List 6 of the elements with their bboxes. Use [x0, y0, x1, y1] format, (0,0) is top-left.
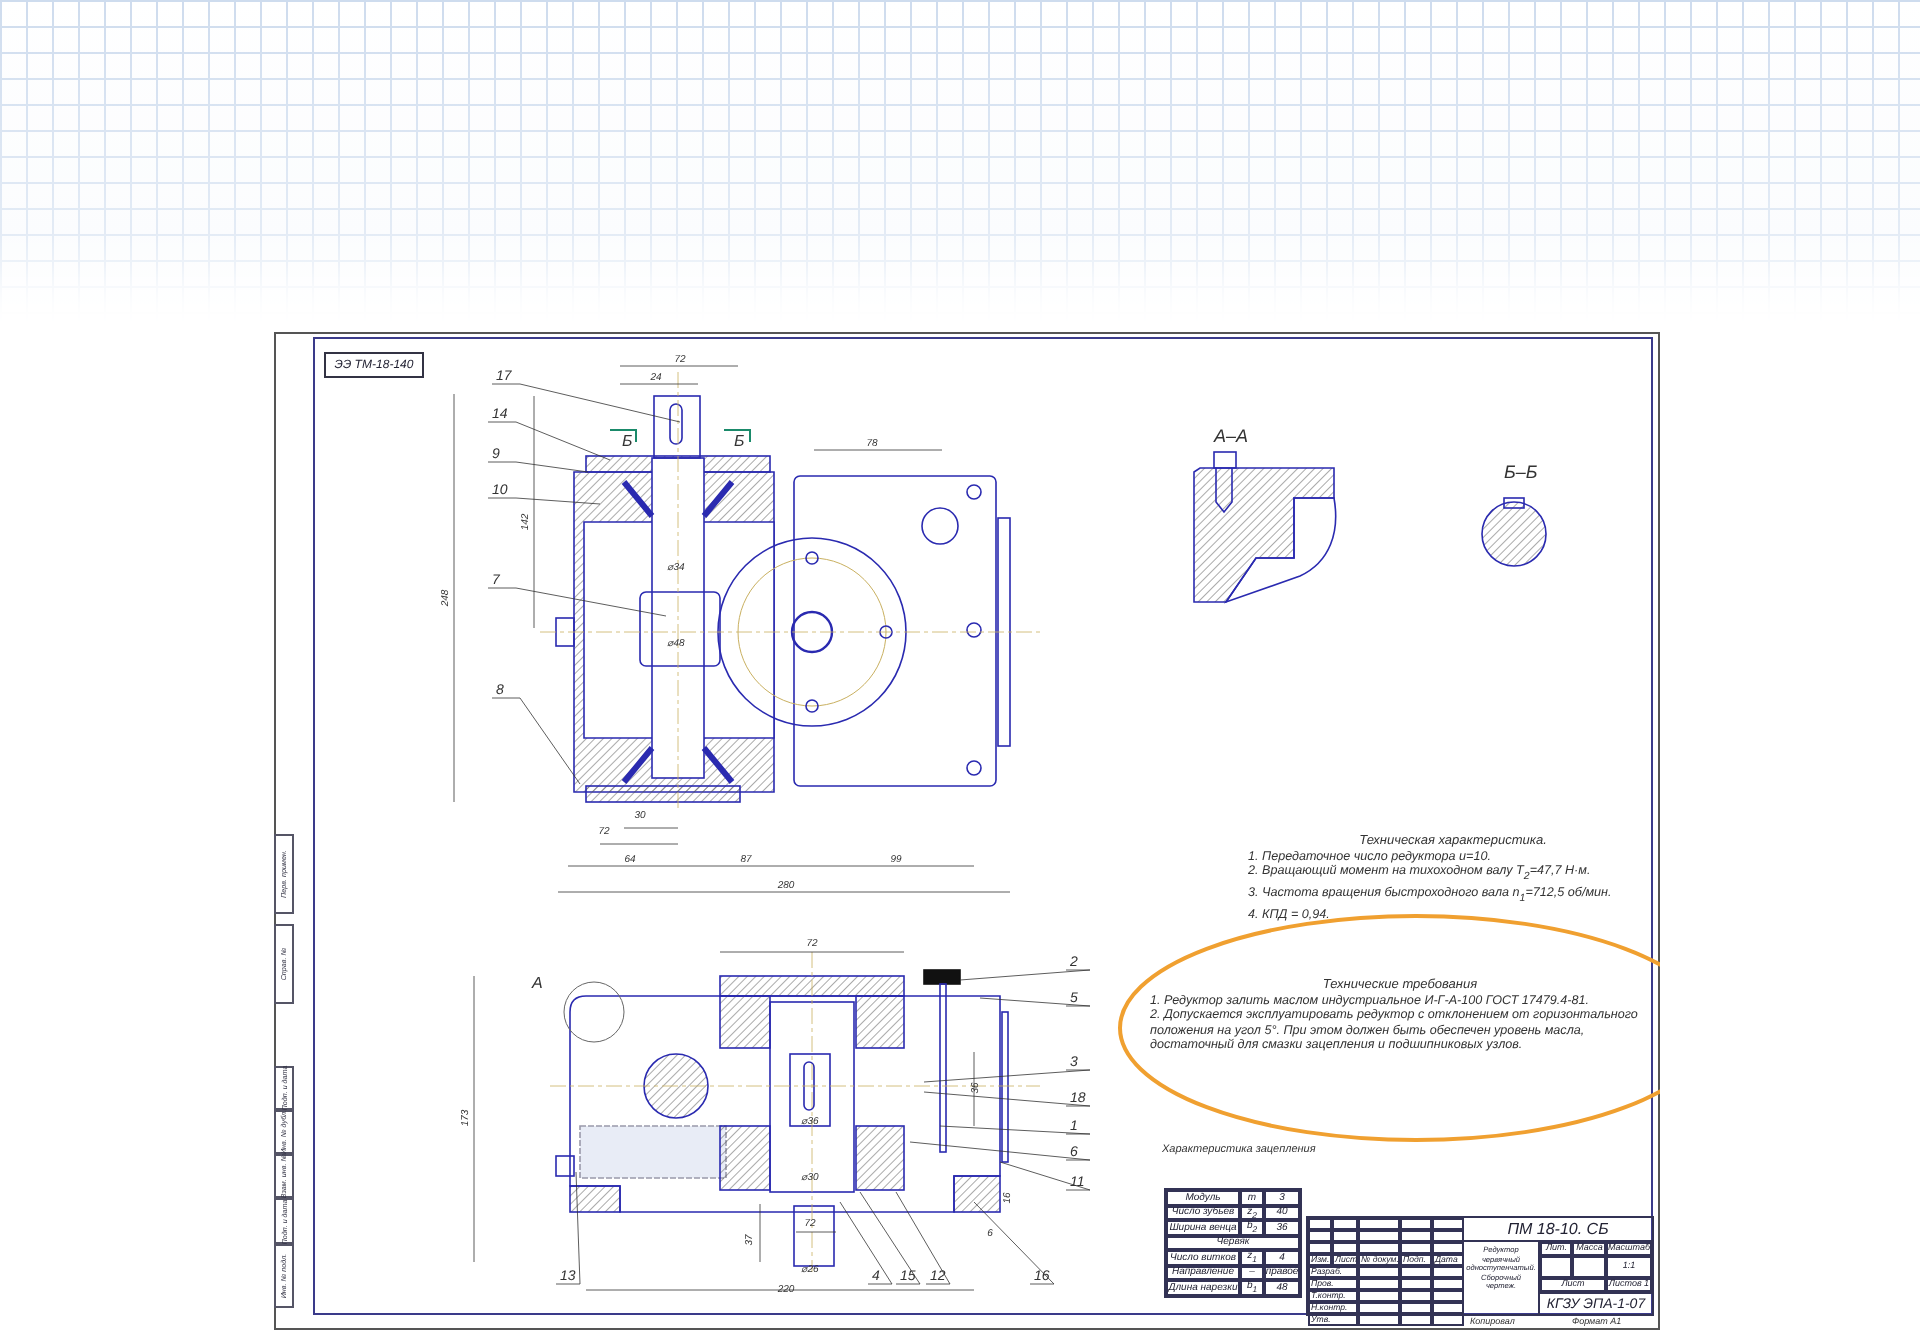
drawing-designation: ПМ 18-10. СБ: [1464, 1218, 1652, 1242]
view-mark: А: [532, 974, 543, 992]
section-mark: Б: [734, 432, 745, 450]
section-title: Б–Б: [1504, 462, 1538, 482]
section-title: А–А: [1214, 426, 1249, 446]
section-mark: Б: [622, 432, 633, 450]
